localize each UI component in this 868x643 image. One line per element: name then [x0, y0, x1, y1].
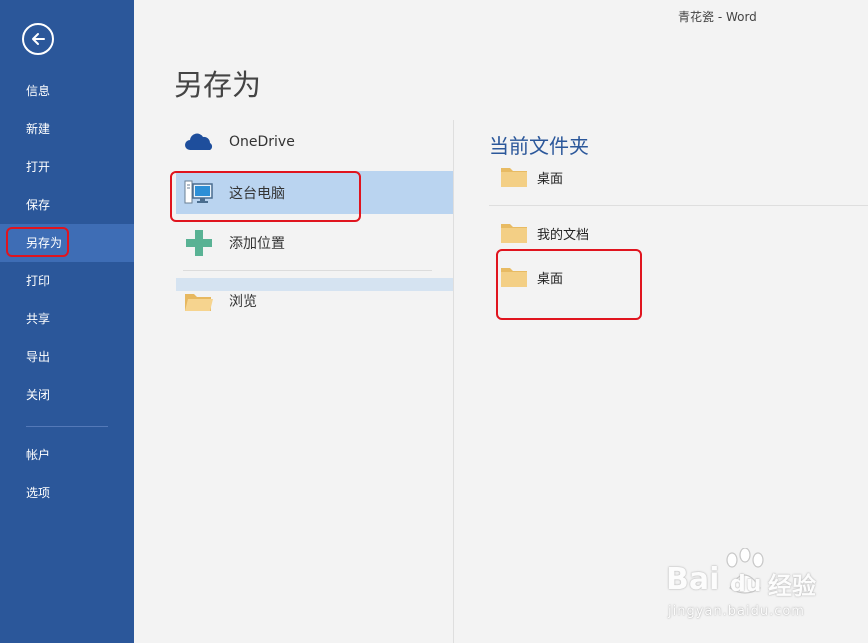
folder-current-desktop[interactable]: 桌面 — [500, 164, 563, 190]
watermark-brand2: du — [730, 572, 762, 597]
watermark-url: jingyan.baidu.com — [668, 604, 805, 619]
folder-label: 我的文档 — [537, 227, 590, 243]
cloud-icon — [184, 127, 214, 157]
arrow-left-icon — [32, 33, 45, 45]
nav-share[interactable]: 共享 — [0, 300, 134, 338]
highlight-this-pc — [170, 171, 361, 222]
nav-export[interactable]: 导出 — [0, 338, 134, 376]
nav-options[interactable]: 选项 — [0, 474, 134, 512]
location-separator — [183, 270, 432, 271]
folder-icon — [501, 224, 527, 243]
nav-close[interactable]: 关闭 — [0, 376, 134, 414]
baidu-watermark: Bai du 经验 jingyan.baidu.com — [664, 548, 854, 628]
page-title: 另存为 — [174, 68, 262, 102]
current-folder-title: 当前文件夹 — [489, 134, 589, 158]
location-label: 浏览 — [229, 293, 257, 310]
panel-divider — [453, 120, 454, 643]
nav-divider — [26, 426, 108, 427]
folder-recent-documents[interactable]: 我的文档 — [500, 220, 589, 246]
location-onedrive[interactable]: OneDrive — [176, 120, 453, 163]
location-label: 添加位置 — [229, 235, 285, 252]
nav-new[interactable]: 新建 — [0, 110, 134, 148]
nav-print[interactable]: 打印 — [0, 262, 134, 300]
folder-icon — [501, 168, 527, 187]
location-browse[interactable]: 浏览 — [176, 279, 453, 322]
nav-info[interactable]: 信息 — [0, 72, 134, 110]
window-title: 青花瓷 - Word — [678, 10, 757, 24]
highlight-save-as — [6, 227, 69, 257]
back-button[interactable] — [22, 23, 54, 55]
folder-label: 桌面 — [537, 171, 564, 187]
highlight-desktop — [496, 249, 642, 320]
nav-open[interactable]: 打开 — [0, 148, 134, 186]
watermark-brand: Bai — [666, 562, 720, 597]
folder-open-icon — [184, 286, 214, 316]
nav-save[interactable]: 保存 — [0, 186, 134, 224]
nav-account[interactable]: 帐户 — [0, 436, 134, 474]
folders-divider — [489, 205, 868, 206]
watermark-suffix: 经验 — [768, 572, 816, 600]
location-label: OneDrive — [229, 133, 295, 150]
backstage-sidebar: 信息 新建 打开 保存 另存为 打印 共享 导出 关闭 帐户 选项 — [0, 0, 134, 643]
plus-icon — [184, 228, 214, 258]
location-add-place[interactable]: 添加位置 — [176, 221, 453, 264]
